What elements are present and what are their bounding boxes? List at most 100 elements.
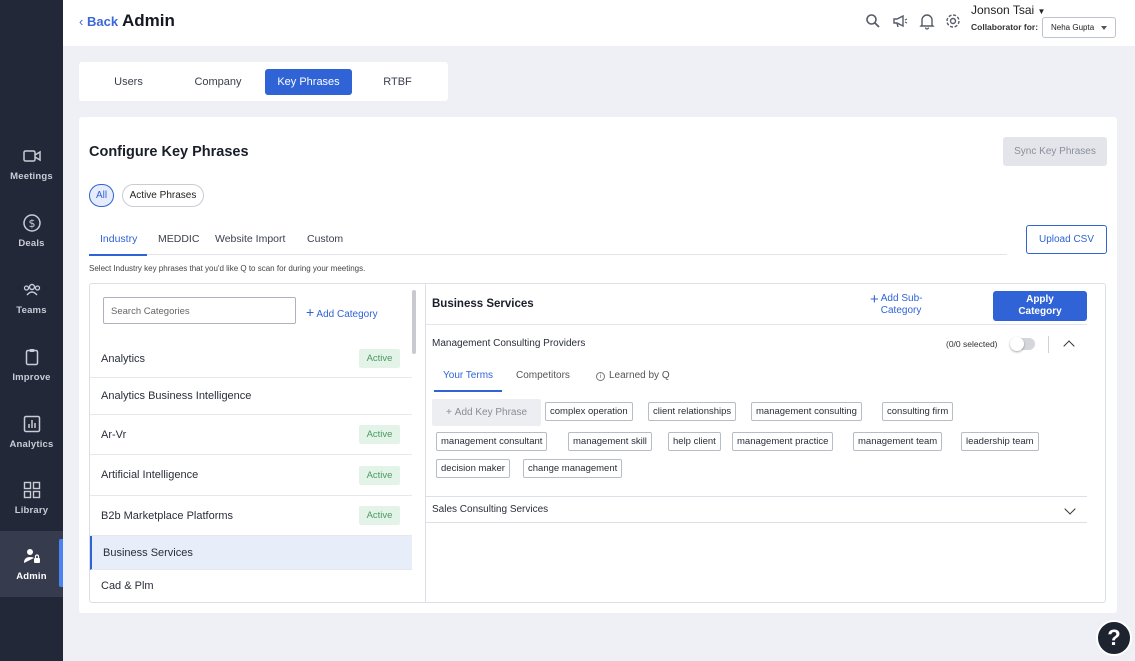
gear-icon[interactable] [944,12,962,30]
add-category-label: Add Category [316,309,378,320]
user-menu[interactable]: Jonson Tsai ▼ [971,3,1045,17]
plus-icon: + [445,407,452,418]
category-row[interactable]: Artificial Intelligence Active [90,455,412,496]
info-icon: i [596,372,605,381]
phrase-chip[interactable]: help client [668,432,721,451]
sidebar-item-deals[interactable]: $ Deals [0,203,63,259]
bell-icon[interactable] [918,12,936,30]
sidebar-item-label: Library [14,505,49,516]
phrase-chip[interactable]: change management [523,459,623,478]
sidebar-item-improve[interactable]: Improve [0,337,63,393]
divider [1048,336,1049,353]
tab-rtbf[interactable]: RTBF [365,69,430,95]
sync-key-phrases-button[interactable]: Sync Key Phrases [1003,137,1107,166]
status-badge: Active [359,425,400,444]
tab-your-terms[interactable]: Your Terms [433,370,503,392]
category-name: B2b Marketplace Platforms [101,509,234,522]
tab-company[interactable]: Company [181,69,255,95]
selected-category-title: Business Services [432,298,534,310]
filter-active-phrases[interactable]: Active Phrases [122,184,204,207]
key-phrases-card: Configure Key Phrases Sync Key Phrases A… [79,117,1117,613]
add-key-phrase-button[interactable]: + Add Key Phrase [432,399,541,426]
divider [426,324,1087,325]
divider [426,522,1087,523]
tab-website-import[interactable]: Website Import [215,233,285,245]
tab-users[interactable]: Users [96,69,161,95]
search-icon[interactable] [864,12,882,30]
selected-count: (0/0 selected) [946,339,998,349]
chart-icon [23,415,40,433]
admin-user-icon [23,549,40,563]
category-type-tabs: Industry MEDDIC Website Import Custom [88,225,1007,256]
scrollbar[interactable] [412,290,416,354]
category-name: Business Services [103,546,193,559]
plus-icon: + [306,304,315,320]
tab-competitors[interactable]: Competitors [516,370,570,381]
chevron-down-icon[interactable] [1064,503,1076,515]
tab-label: Learned by Q [609,370,670,381]
user-name: Jonson Tsai [971,3,1035,17]
category-row-selected[interactable]: Business Services [90,536,412,570]
phrase-chip[interactable]: management consulting [751,402,862,421]
category-row[interactable]: Analytics Active [90,340,412,378]
top-header: ‹ Back Admin Jonson Tsai ▼ Collaborator … [63,0,1135,46]
sidebar-item-label: Analytics [9,439,54,450]
category-name: Artificial Intelligence [101,469,199,481]
sidebar: Meetings $ Deals Teams Improve Analytics… [0,0,63,661]
apply-category-button[interactable]: Apply Category [993,291,1087,321]
clipboard-icon [25,349,38,366]
status-badge: Active [359,506,400,525]
plus-icon: + [870,291,879,308]
phrase-chip[interactable]: complex operation [545,402,633,421]
tab-meddic[interactable]: MEDDIC [158,233,199,245]
sidebar-item-meetings[interactable]: Meetings [0,136,63,192]
tab-learned-by-q[interactable]: i Learned by Q [596,370,670,381]
sidebar-item-label: Improve [12,372,51,383]
page-title: Admin [122,11,175,30]
filter-all[interactable]: All [89,184,114,207]
sidebar-item-admin[interactable]: Admin [0,531,63,597]
add-sub-category-button[interactable]: + Add Sub- Category [870,291,923,317]
category-name: Ar-Vr [101,428,127,441]
category-row[interactable]: B2b Marketplace Platforms Active [90,496,412,536]
phrase-chip[interactable]: consulting firm [882,402,954,421]
megaphone-icon[interactable] [891,12,909,30]
tab-industry[interactable]: Industry [88,233,148,256]
collaborator-select[interactable]: Neha Gupta [1042,17,1116,38]
add-category-button[interactable]: + Add Category [306,304,378,320]
phrase-chip[interactable]: management team [853,432,943,451]
subcategory-toggle[interactable] [1010,337,1035,351]
add-sub-category-label: Add Sub- [880,293,923,304]
hint-text: Select Industry key phrases that you'd l… [89,264,366,273]
category-row[interactable]: Cad & Plm [90,570,412,602]
help-button[interactable]: ? [1096,620,1132,656]
phrase-chip[interactable]: leadership team [961,432,1039,451]
sidebar-item-label: Admin [16,571,47,582]
back-label: Back [86,14,119,29]
grid-icon [23,481,40,499]
subcategory-title: Sales Consulting Services [432,504,549,515]
phrase-chip[interactable]: client relationships [648,402,737,421]
sidebar-item-teams[interactable]: Teams [0,270,63,326]
phrase-chip[interactable]: decision maker [436,459,510,478]
upload-csv-button[interactable]: Upload CSV [1026,225,1107,254]
tab-key-phrases[interactable]: Key Phrases [265,69,352,95]
sidebar-item-library[interactable]: Library [0,470,63,526]
tab-custom[interactable]: Custom [307,233,343,245]
category-row[interactable]: Analytics Business Intelligence [90,378,412,415]
search-categories-input[interactable]: Search Categories [103,297,296,324]
sidebar-item-analytics[interactable]: Analytics [0,404,63,460]
back-button[interactable]: ‹ Back [79,14,118,29]
dollar-icon: $ [22,214,41,232]
chevron-left-icon: ‹ [79,14,84,29]
add-sub-category-label: Category [880,305,922,316]
admin-tabs: Users Company Key Phrases RTBF [79,62,448,101]
category-name: Cad & Plm [101,580,154,592]
phrase-chip[interactable]: management consultant [436,432,548,451]
phrase-chip[interactable]: management practice [732,432,834,451]
category-name: Analytics [101,352,146,365]
phrase-chip[interactable]: management skill [568,432,652,451]
status-badge: Active [359,465,400,485]
category-row[interactable]: Ar-Vr Active [90,415,412,455]
chevron-up-icon[interactable] [1063,340,1075,352]
